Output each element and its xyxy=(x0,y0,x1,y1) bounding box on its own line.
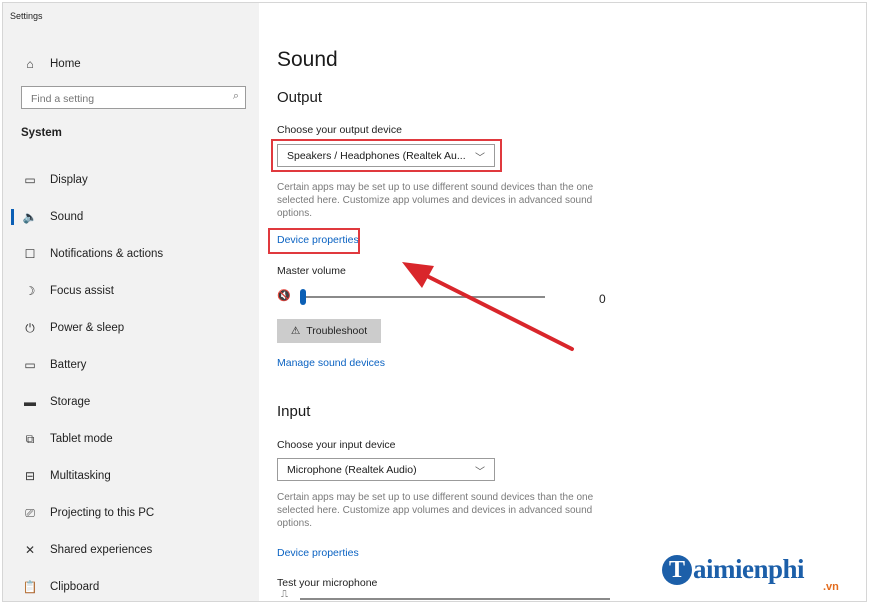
settings-window: Settings ⌂ Home ⌕ System ▭ Display 🔈 Sou… xyxy=(3,3,866,601)
logo-initial: T xyxy=(662,555,692,585)
annotation-arrow xyxy=(402,262,574,351)
arrow-shaft xyxy=(419,271,574,351)
logo-wordmark: aimienphi xyxy=(693,554,805,584)
logo-suffix: .vn xyxy=(823,581,839,593)
watermark-logo: T aimienphi .vn xyxy=(662,551,862,595)
